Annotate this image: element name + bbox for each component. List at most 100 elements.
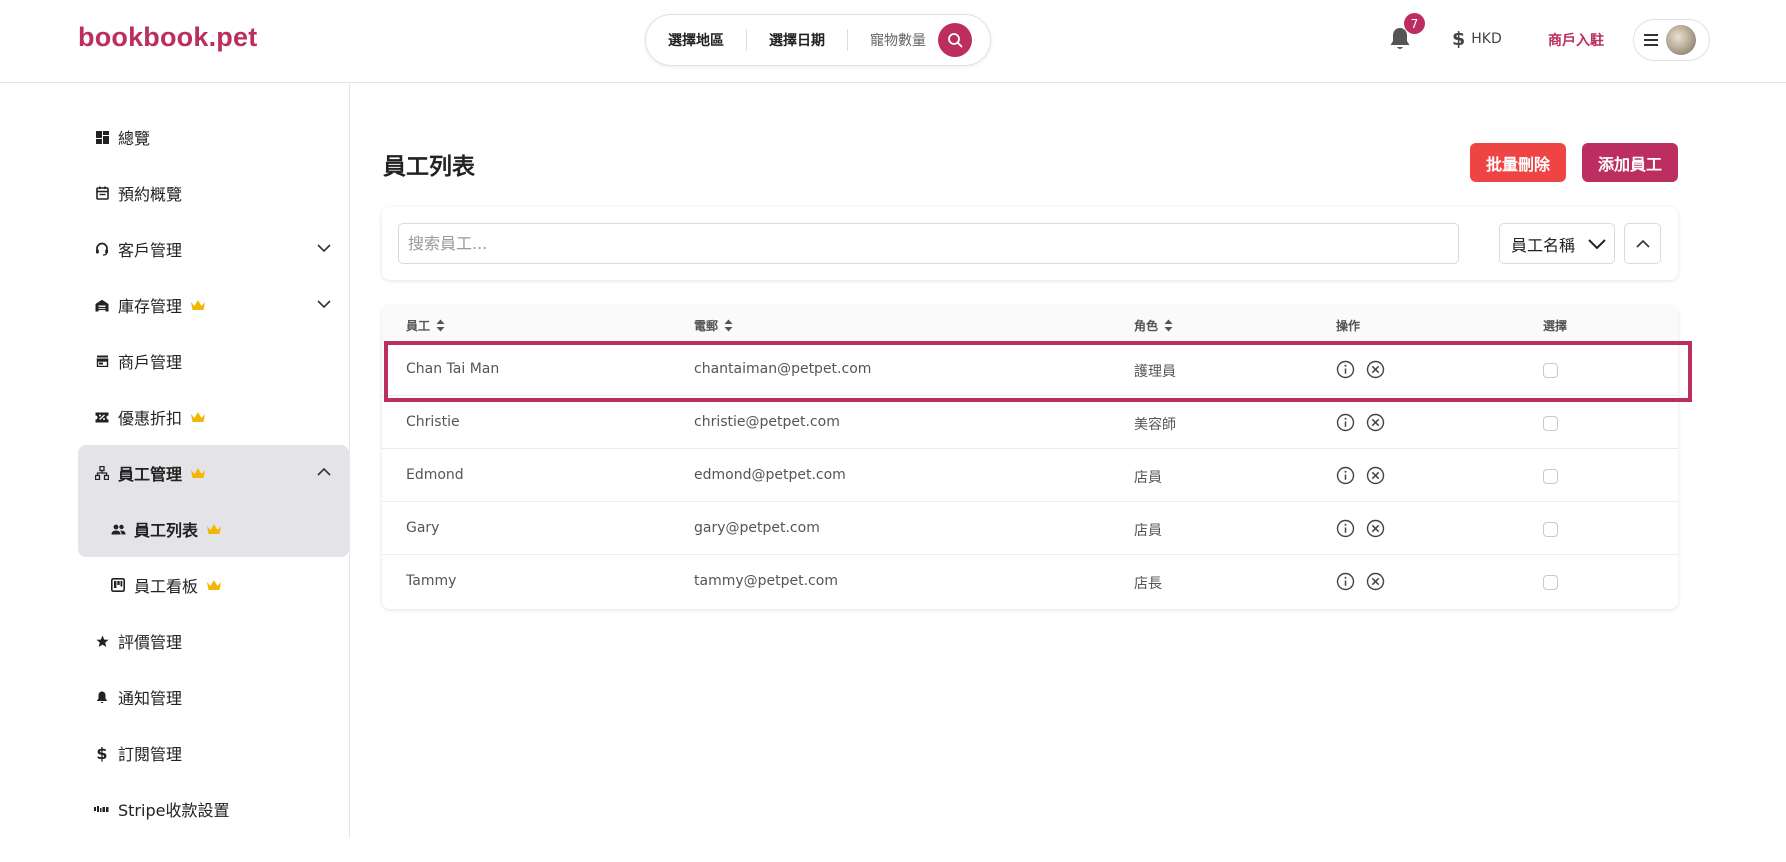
table-row[interactable]: Christie christie@petpet.com 美容師: [382, 395, 1678, 448]
crown-icon: [207, 524, 222, 534]
ticket-icon: [94, 409, 110, 425]
column-header-select: 選擇: [1543, 317, 1567, 334]
row-checkbox[interactable]: [1543, 522, 1558, 537]
sort-field-select[interactable]: 員工名稱: [1499, 223, 1615, 264]
chevron-down-icon: [317, 244, 331, 253]
notification-badge: 7: [1404, 13, 1425, 34]
delete-icon[interactable]: [1366, 413, 1385, 436]
staff-name: Edmond: [406, 467, 464, 483]
sidebar-item-label: 員工列表: [134, 521, 199, 540]
column-label: 員工: [406, 319, 431, 333]
crown-icon: [207, 580, 222, 590]
sidebar-item-label: Stripe收款設置: [118, 801, 230, 820]
table-row[interactable]: Gary gary@petpet.com 店員: [382, 501, 1678, 554]
currency-selector[interactable]: $ HKD: [1452, 28, 1502, 50]
staff-email: gary@petpet.com: [694, 520, 820, 536]
add-staff-button[interactable]: 添加員工: [1582, 143, 1678, 182]
date-selector[interactable]: 選擇日期: [747, 30, 847, 50]
location-selector[interactable]: 選擇地區: [646, 30, 746, 50]
delete-icon[interactable]: [1366, 466, 1385, 489]
column-header-staff[interactable]: 員工: [406, 317, 445, 334]
info-icon[interactable]: [1336, 360, 1355, 383]
search-button[interactable]: [938, 23, 972, 57]
sidebar-item-label: 客戶管理: [118, 241, 183, 260]
sidebar-item-overview[interactable]: 總覽: [78, 109, 349, 165]
row-checkbox[interactable]: [1543, 363, 1558, 378]
info-icon[interactable]: [1336, 413, 1355, 436]
logo[interactable]: bookbook.pet: [78, 22, 257, 53]
sidebar-item-staff[interactable]: 員工管理: [78, 445, 349, 501]
bell-icon: [94, 689, 110, 705]
sidebar-item-label: 員工管理: [118, 465, 183, 484]
info-icon[interactable]: [1336, 572, 1355, 595]
staff-email: chantaiman@petpet.com: [694, 361, 872, 377]
bulk-delete-button[interactable]: 批量刪除: [1470, 143, 1566, 182]
sort-icon: [724, 319, 733, 332]
sidebar-item-subscriptions[interactable]: $ 訂閱管理: [78, 725, 349, 781]
staff-role: 店長: [1134, 576, 1162, 592]
sidebar-item-label: 優惠折扣: [118, 409, 183, 428]
sidebar-item-merchants[interactable]: 商戶管理: [78, 333, 349, 389]
kanban-icon: [110, 577, 126, 593]
crown-icon: [191, 468, 206, 478]
staff-name: Tammy: [406, 573, 457, 589]
user-menu-button[interactable]: [1633, 19, 1710, 61]
row-actions: [1336, 360, 1385, 383]
row-checkbox[interactable]: [1543, 469, 1558, 484]
crown-icon: [191, 300, 206, 310]
row-actions: [1336, 519, 1385, 542]
staff-role: 護理員: [1134, 364, 1176, 380]
stripe-icon: [94, 801, 110, 817]
sidebar-item-label: 商戶管理: [118, 353, 183, 372]
table-row[interactable]: Chan Tai Man chantaiman@petpet.com 護理員: [382, 342, 1678, 395]
staff-search-input[interactable]: [398, 223, 1459, 264]
sidebar-item-staff-board[interactable]: 員工看板: [78, 557, 349, 613]
delete-icon[interactable]: [1366, 519, 1385, 542]
pet-count-selector[interactable]: 寵物數量: [848, 30, 936, 50]
sort-direction-button[interactable]: [1624, 223, 1661, 264]
delete-icon[interactable]: [1366, 360, 1385, 383]
sidebar-item-reviews[interactable]: 評價管理: [78, 613, 349, 669]
top-header: bookbook.pet 選擇地區 選擇日期 寵物數量 7 $ HKD 商戶入駐: [0, 0, 1786, 83]
sidebar-item-label: 員工看板: [134, 577, 199, 596]
staff-table: 員工 電郵 角色 操作 選擇 Chan Tai Man chantaiman@pe…: [382, 306, 1678, 609]
staff-email: tammy@petpet.com: [694, 573, 838, 589]
merchant-join-link[interactable]: 商戶入駐: [1548, 30, 1604, 50]
sidebar-item-notifications[interactable]: 通知管理: [78, 669, 349, 725]
info-icon[interactable]: [1336, 466, 1355, 489]
calendar-icon: [94, 185, 110, 201]
row-checkbox[interactable]: [1543, 416, 1558, 431]
search-bar[interactable]: 選擇地區 選擇日期 寵物數量: [645, 14, 991, 66]
avatar: [1666, 25, 1696, 55]
page-title: 員工列表: [383, 154, 475, 180]
sidebar-item-customers[interactable]: 客戶管理: [78, 221, 349, 277]
sidebar-item-label: 預約概覽: [118, 185, 183, 204]
sidebar-item-bookings[interactable]: 預約概覽: [78, 165, 349, 221]
column-header-email[interactable]: 電郵: [694, 317, 733, 334]
table-row[interactable]: Tammy tammy@petpet.com 店長: [382, 554, 1678, 607]
sidebar-item-stripe[interactable]: Stripe收款設置: [78, 781, 349, 837]
row-checkbox[interactable]: [1543, 575, 1558, 590]
crown-icon: [191, 412, 206, 422]
info-icon[interactable]: [1336, 519, 1355, 542]
row-actions: [1336, 413, 1385, 436]
store-icon: [94, 353, 110, 369]
table-row[interactable]: Edmond edmond@petpet.com 店員: [382, 448, 1678, 501]
staff-name: Christie: [406, 414, 460, 430]
row-actions: [1336, 572, 1385, 595]
delete-icon[interactable]: [1366, 572, 1385, 595]
dashboard-icon: [94, 129, 110, 145]
staff-email: christie@petpet.com: [694, 414, 840, 430]
sort-icon: [1164, 319, 1173, 332]
sidebar-item-label: 庫存管理: [118, 297, 183, 316]
dollar-icon: $: [96, 743, 108, 763]
sidebar-item-discounts[interactable]: 優惠折扣: [78, 389, 349, 445]
chevron-down-icon: [1588, 239, 1606, 250]
staff-name: Gary: [406, 520, 440, 536]
chevron-up-icon: [1635, 239, 1650, 248]
sidebar-item-inventory[interactable]: 庫存管理: [78, 277, 349, 333]
column-header-role[interactable]: 角色: [1134, 317, 1173, 334]
sidebar-item-staff-list[interactable]: 員工列表: [78, 501, 349, 557]
column-label: 電郵: [694, 319, 719, 333]
staff-role: 美容師: [1134, 417, 1176, 433]
